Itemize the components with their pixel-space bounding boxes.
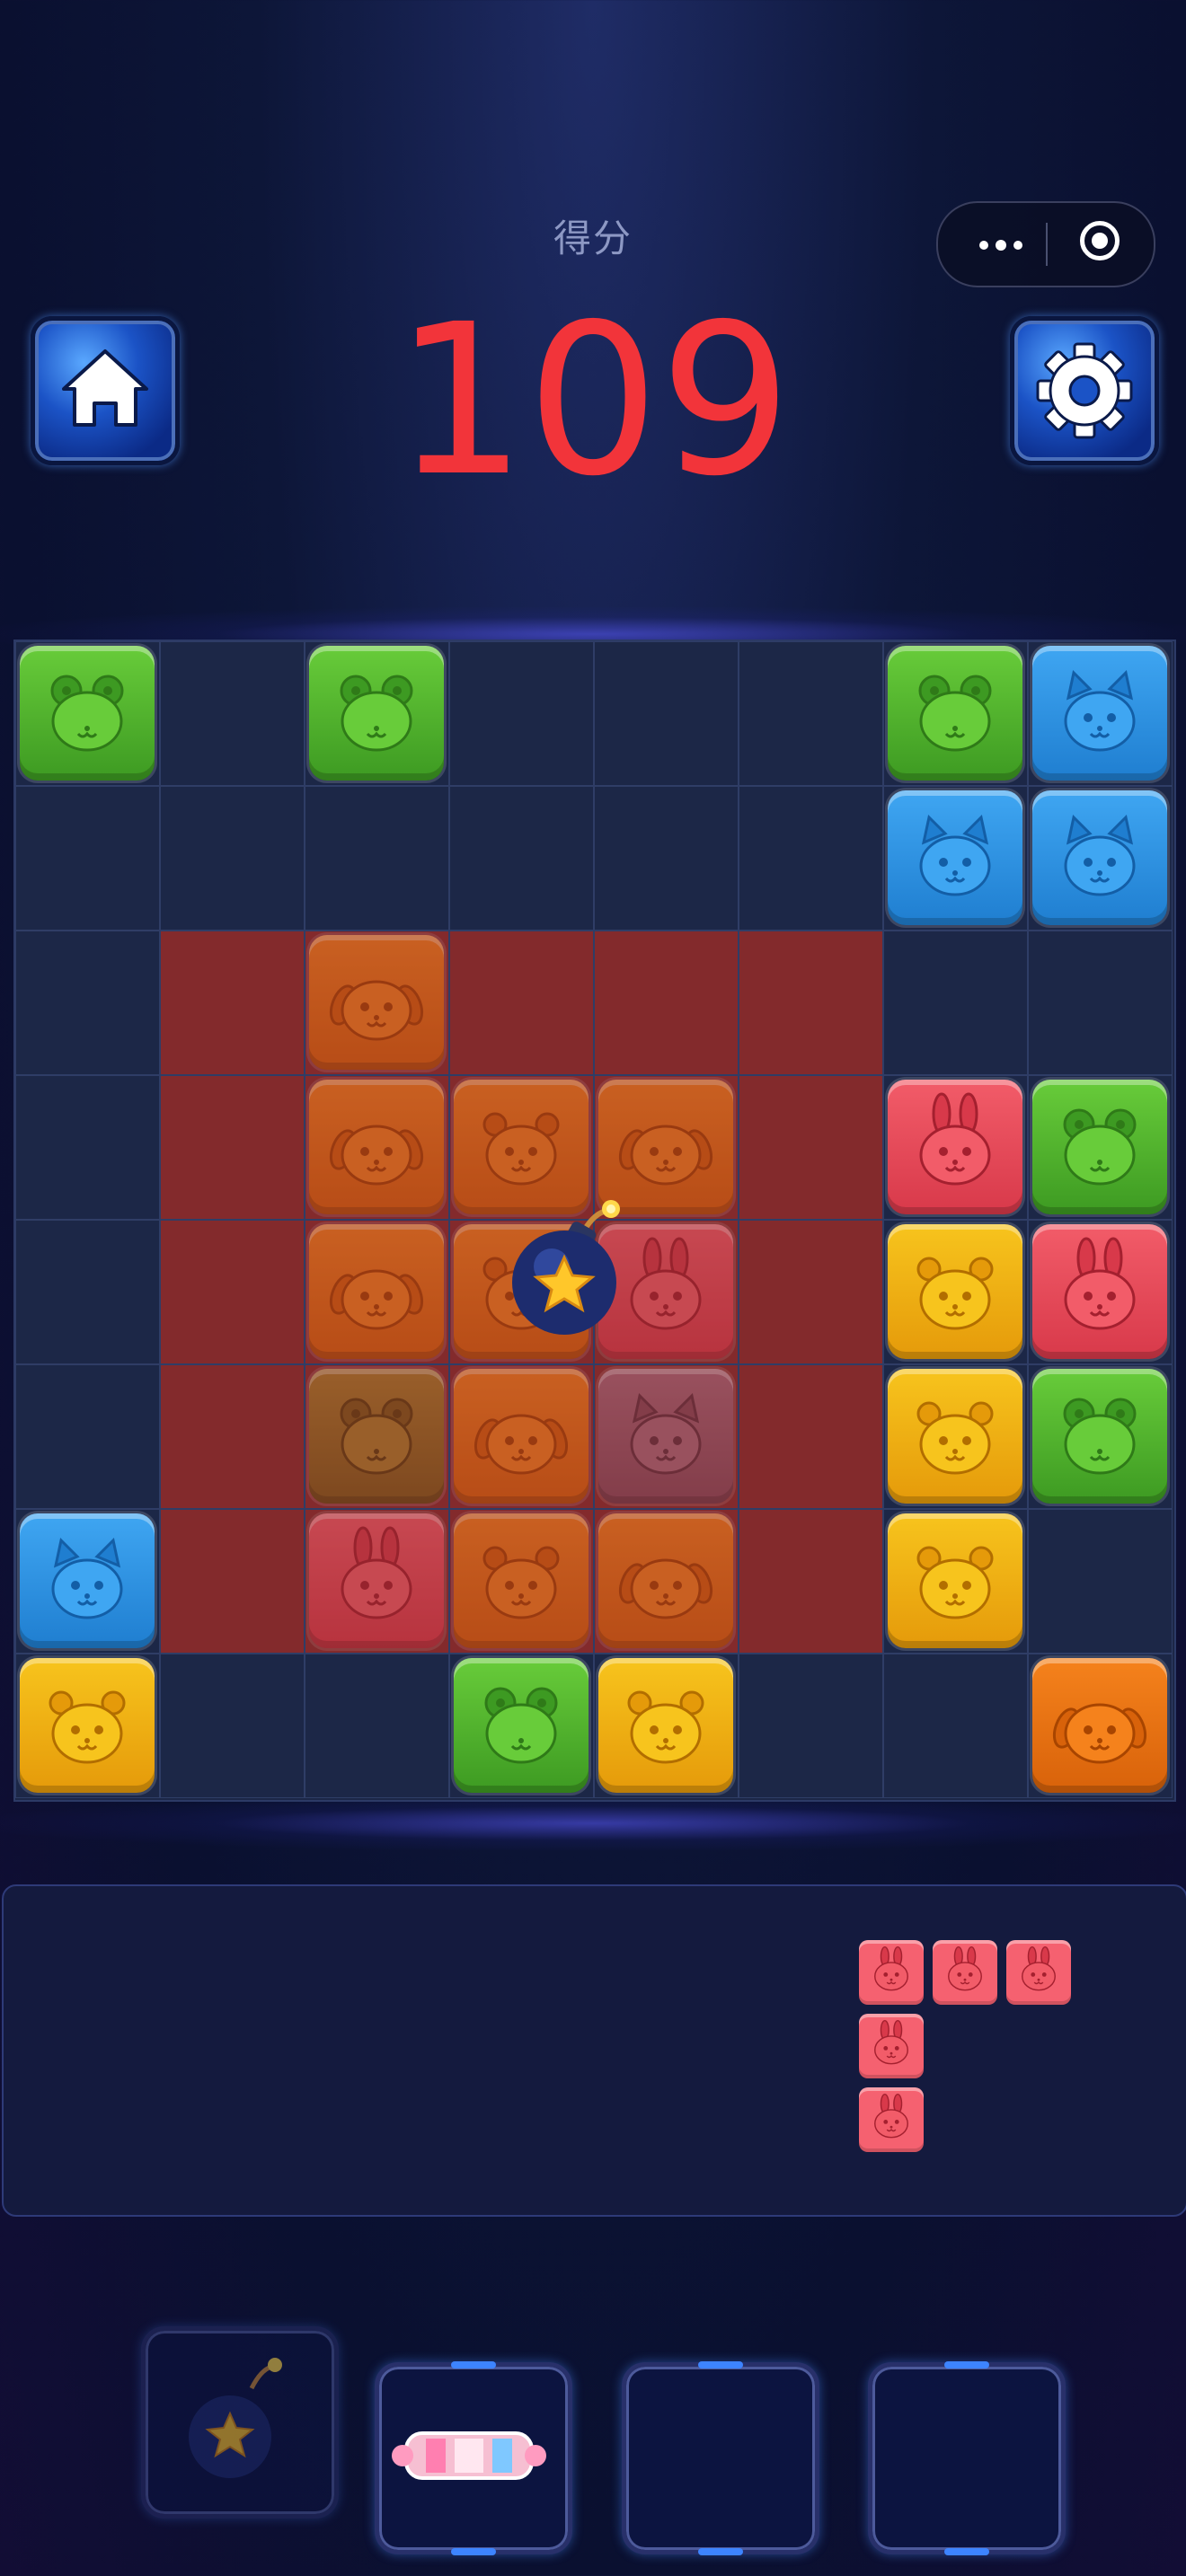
board-cell[interactable] [883,931,1028,1075]
board-cell[interactable] [739,1220,883,1364]
dog-tile [309,1080,444,1214]
tray-piece[interactable] [859,1940,1084,2165]
rabbit-tile [309,1513,444,1648]
board-cell[interactable] [305,1654,449,1798]
board-cell[interactable] [160,1220,305,1364]
board-cell[interactable] [449,931,594,1075]
board-cell[interactable] [160,1075,305,1220]
dog-tile [309,1224,444,1359]
gear-icon [1036,342,1133,439]
dog-tile [454,1369,589,1504]
settings-button[interactable] [1010,316,1159,465]
bear-tile [454,1513,589,1648]
mini-program-capsule [936,201,1155,287]
board-cell[interactable] [160,641,305,786]
bomb-star-icon [189,2358,282,2478]
board-cell[interactable] [15,786,160,931]
board-cell[interactable] [739,1364,883,1509]
rabbit-tile [1032,1224,1167,1359]
rabbit-piece-tile [859,2014,924,2078]
board-cell[interactable] [1028,931,1173,1075]
frog-tile [20,646,155,781]
dog-tile [598,1513,733,1648]
board-cell[interactable] [160,931,305,1075]
cat-tile [598,1369,733,1504]
board-cell[interactable] [739,1075,883,1220]
board-cell[interactable] [305,786,449,931]
home-icon [62,349,148,427]
rabbit-piece-tile [859,1940,924,2005]
board-cell[interactable] [15,931,160,1075]
more-dots-icon[interactable] [963,203,1044,286]
bomb-star-icon [512,1200,620,1335]
candy-rocket-icon [392,2431,546,2480]
frog-tile [1032,1080,1167,1214]
powerup-slot-empty-1[interactable] [622,2361,819,2555]
board-cell[interactable] [594,786,739,931]
piece-tray [2,1884,1186,2217]
board-cell[interactable] [160,1509,305,1654]
frog-tile [454,1658,589,1793]
board-cell[interactable] [594,641,739,786]
cat-tile [1032,646,1167,781]
board-cell[interactable] [15,1220,160,1364]
powerup-slot-candy[interactable] [375,2361,572,2555]
board-cell[interactable] [449,786,594,931]
board-cell[interactable] [160,1654,305,1798]
board-cell[interactable] [739,786,883,931]
dog-tile [1032,1658,1167,1793]
rabbit-piece-tile [1006,1940,1071,2005]
board-cell[interactable] [449,641,594,786]
frog-tile [888,646,1022,781]
board-cell[interactable] [739,1509,883,1654]
cat-tile [888,790,1022,925]
dog-tile [309,935,444,1070]
board-cell[interactable] [1028,1509,1173,1654]
bear-tile [20,1658,155,1793]
bear-tile [598,1658,733,1793]
board-cell[interactable] [739,1654,883,1798]
rabbit-piece-tile [859,2087,924,2152]
target-circle-icon[interactable] [1076,203,1157,286]
cat-tile [1032,790,1167,925]
bear-tile [888,1224,1022,1359]
board-cell[interactable] [15,1075,160,1220]
board-cell[interactable] [739,641,883,786]
board-cell[interactable] [160,1364,305,1509]
board-cell[interactable] [15,1364,160,1509]
frog-tile [1032,1369,1167,1504]
middle-glow-band [0,1796,1186,1850]
board-cell[interactable] [160,786,305,931]
bear-tile [888,1369,1022,1504]
frog-tile [309,646,444,781]
powerup-slot-bomb[interactable] [141,2326,339,2519]
board-cell[interactable] [739,931,883,1075]
rabbit-piece-tile [933,1940,997,2005]
board-cell[interactable] [594,931,739,1075]
frog-tile [309,1369,444,1504]
capsule-divider [1046,223,1048,266]
home-button[interactable] [31,316,180,465]
rabbit-tile [888,1080,1022,1214]
board-cell[interactable] [883,1654,1028,1798]
powerup-slot-empty-2[interactable] [868,2361,1066,2555]
cat-tile [20,1513,155,1648]
bear-tile [888,1513,1022,1648]
